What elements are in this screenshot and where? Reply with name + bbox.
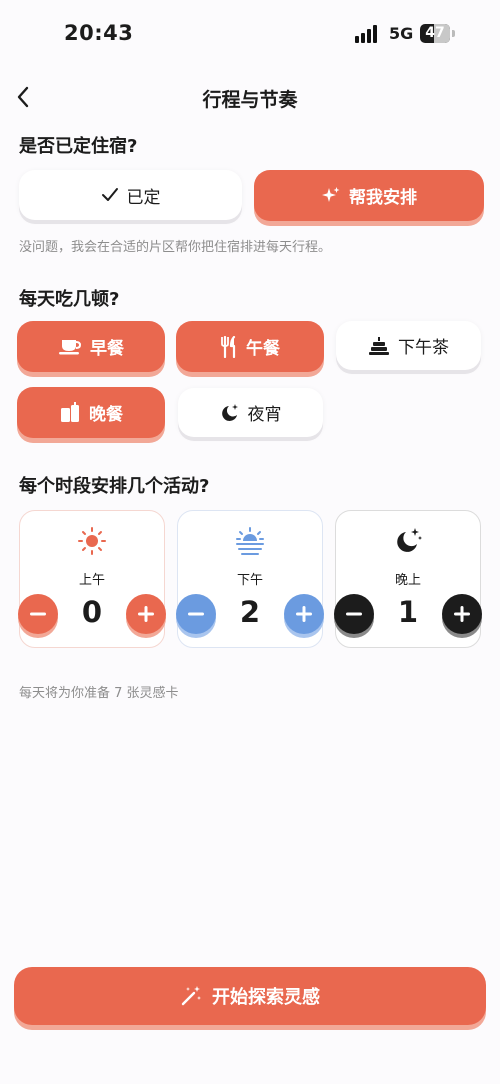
meal-dinner-label: 晚餐 xyxy=(89,405,123,425)
afternoon-label: 下午 xyxy=(236,573,263,588)
start-explore-label: 开始探索灵感 xyxy=(212,987,320,1008)
sunset-icon xyxy=(178,527,322,555)
meal-breakfast-label: 早餐 xyxy=(90,339,124,359)
status-bar: 20:43 5G 47 xyxy=(0,0,500,64)
lodging-booked-button[interactable]: 已定 xyxy=(19,170,242,220)
lodging-booked-label: 已定 xyxy=(126,187,161,208)
lodging-arrange-button[interactable]: 帮我安排 xyxy=(254,170,484,221)
evening-plus-button[interactable] xyxy=(442,594,482,634)
afternoon-plus-button[interactable] xyxy=(284,594,324,634)
magic-wand-icon xyxy=(180,985,202,1007)
meal-lunch-label: 午餐 xyxy=(246,339,280,359)
moon-icon xyxy=(220,403,240,423)
meal-dinner-button[interactable]: 晚餐 xyxy=(17,387,165,438)
meal-lunch-button[interactable]: 午餐 xyxy=(176,321,324,372)
meals-question: 每天吃几顿? xyxy=(19,289,120,310)
afternoon-card: 下午 2 xyxy=(176,510,324,648)
fork-knife-icon xyxy=(220,335,238,358)
page-title: 行程与节奏 xyxy=(202,89,298,111)
lodging-question: 是否已定住宿? xyxy=(19,136,138,157)
battery-cap xyxy=(452,30,455,37)
meal-afternoon-tea-label: 下午茶 xyxy=(398,338,449,358)
evening-card: 晚上 1 xyxy=(334,510,482,648)
moon-stars-icon xyxy=(336,527,480,555)
network-type: 5G xyxy=(389,24,414,43)
sun-icon xyxy=(20,527,164,555)
plus-icon xyxy=(138,606,154,622)
coffee-cup-icon xyxy=(58,337,82,357)
lodging-hint: 没问题，我会在合适的片区帮你把住宿排进每天行程。 xyxy=(19,240,332,255)
check-icon xyxy=(101,187,119,203)
meal-afternoon-tea-button[interactable]: 下午茶 xyxy=(336,321,481,370)
sparkle-icon xyxy=(321,186,341,206)
evening-label: 晚上 xyxy=(394,573,421,588)
meal-breakfast-button[interactable]: 早餐 xyxy=(17,321,165,372)
morning-card: 上午 0 xyxy=(18,510,166,648)
signal-icon xyxy=(355,25,381,43)
meal-late-night-label: 夜宵 xyxy=(247,405,282,425)
plus-icon xyxy=(296,606,312,622)
cake-icon xyxy=(368,336,390,356)
battery-icon: 47 xyxy=(420,24,450,43)
morning-plus-button[interactable] xyxy=(126,594,166,634)
plus-icon xyxy=(454,606,470,622)
drinks-icon xyxy=(59,401,81,424)
battery-level: 47 xyxy=(425,25,445,41)
activities-question: 每个时段安排几个活动? xyxy=(19,476,210,497)
status-time: 20:43 xyxy=(64,21,134,45)
lodging-arrange-label: 帮我安排 xyxy=(349,188,417,208)
start-explore-button[interactable]: 开始探索灵感 xyxy=(14,967,486,1025)
inspiration-summary: 每天将为你准备 7 张灵感卡 xyxy=(19,686,179,701)
morning-label: 上午 xyxy=(78,573,105,588)
meal-late-night-button[interactable]: 夜宵 xyxy=(178,388,323,437)
